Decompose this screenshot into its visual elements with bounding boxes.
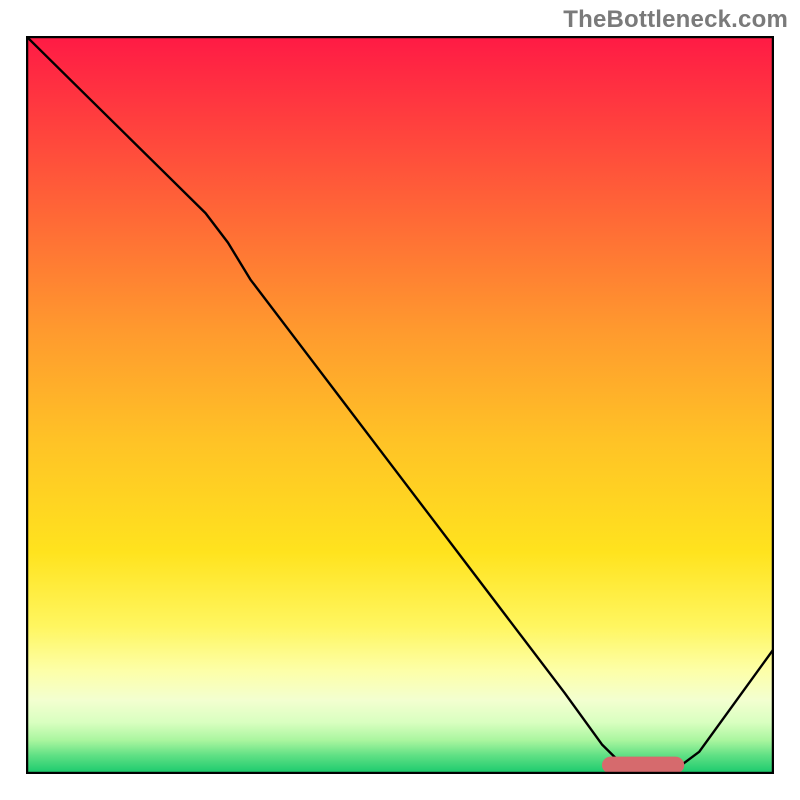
chart-plot (26, 36, 774, 774)
optimum-marker (602, 757, 684, 774)
chart-svg (26, 36, 774, 774)
watermark-text: TheBottleneck.com (563, 6, 788, 34)
chart-stage: TheBottleneck.com (0, 0, 800, 800)
